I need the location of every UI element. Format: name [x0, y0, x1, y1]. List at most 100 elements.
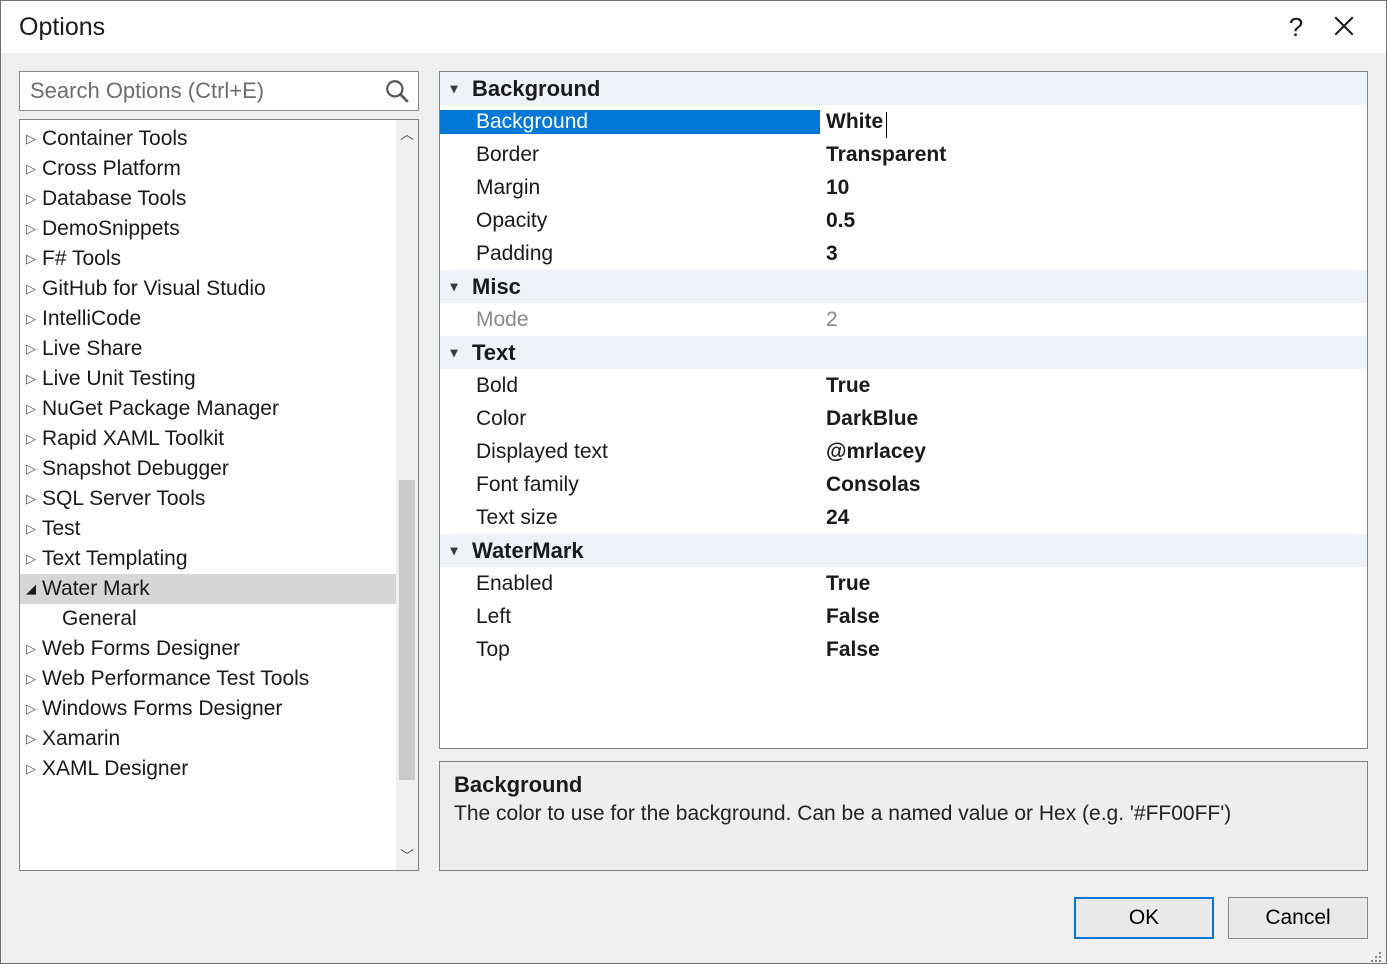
ok-button[interactable]: OK [1074, 897, 1214, 939]
property-value[interactable]: True [820, 374, 1367, 398]
property-row-margin[interactable]: Margin10 [440, 171, 1367, 204]
chevron-down-icon[interactable]: ▾ [440, 80, 468, 97]
tree-item-water-mark[interactable]: ◢Water Mark [20, 574, 418, 604]
property-name: Text size [440, 506, 820, 530]
tree-item-general[interactable]: General [20, 604, 418, 634]
search-box[interactable] [19, 71, 419, 111]
property-name: Opacity [440, 209, 820, 233]
tree-item-xaml-designer[interactable]: ▷XAML Designer [20, 754, 418, 784]
property-row-top[interactable]: TopFalse [440, 633, 1367, 666]
tree-item-demosnippets[interactable]: ▷DemoSnippets [20, 214, 418, 244]
chevron-down-icon[interactable]: ▾ [440, 542, 468, 559]
chevron-right-icon[interactable]: ▷ [26, 341, 40, 357]
property-name: Top [440, 638, 820, 662]
property-row-padding[interactable]: Padding3 [440, 237, 1367, 270]
chevron-right-icon[interactable]: ▷ [26, 401, 40, 417]
chevron-right-icon[interactable]: ▷ [26, 281, 40, 297]
property-value[interactable]: White [820, 110, 1367, 134]
tree-item-container-tools[interactable]: ▷Container Tools [20, 124, 418, 154]
tree-item-nuget-package-manager[interactable]: ▷NuGet Package Manager [20, 394, 418, 424]
tree-item-windows-forms-designer[interactable]: ▷Windows Forms Designer [20, 694, 418, 724]
chevron-right-icon[interactable]: ▷ [26, 551, 40, 567]
property-row-font-family[interactable]: Font familyConsolas [440, 468, 1367, 501]
chevron-right-icon[interactable]: ▷ [26, 131, 40, 147]
property-value[interactable]: False [820, 638, 1367, 662]
property-value[interactable]: Consolas [820, 473, 1367, 497]
tree-item-snapshot-debugger[interactable]: ▷Snapshot Debugger [20, 454, 418, 484]
tree-item-web-forms-designer[interactable]: ▷Web Forms Designer [20, 634, 418, 664]
property-row-background[interactable]: BackgroundWhite [440, 105, 1367, 138]
search-input[interactable] [30, 78, 408, 104]
tree-item-label: Xamarin [42, 727, 120, 751]
tree-item-web-performance-test-tools[interactable]: ▷Web Performance Test Tools [20, 664, 418, 694]
tree-item-intellicode[interactable]: ▷IntelliCode [20, 304, 418, 334]
tree-item-live-unit-testing[interactable]: ▷Live Unit Testing [20, 364, 418, 394]
chevron-right-icon[interactable]: ▷ [26, 431, 40, 447]
property-value[interactable]: Transparent [820, 143, 1367, 167]
tree-item-rapid-xaml-toolkit[interactable]: ▷Rapid XAML Toolkit [20, 424, 418, 454]
chevron-right-icon[interactable]: ▷ [26, 161, 40, 177]
tree-item-cross-platform[interactable]: ▷Cross Platform [20, 154, 418, 184]
tree-scrollbar[interactable]: ︿ ﹀ [396, 120, 418, 870]
property-row-displayed-text[interactable]: Displayed text@mrlacey [440, 435, 1367, 468]
chevron-right-icon[interactable]: ▷ [26, 221, 40, 237]
tree-item-xamarin[interactable]: ▷Xamarin [20, 724, 418, 754]
property-name: Displayed text [440, 440, 820, 464]
chevron-right-icon[interactable]: ▷ [26, 461, 40, 477]
chevron-right-icon[interactable]: ▷ [26, 521, 40, 537]
chevron-down-icon[interactable]: ▾ [440, 344, 468, 361]
property-value[interactable]: 10 [820, 176, 1367, 200]
property-category-background[interactable]: ▾Background [440, 72, 1367, 105]
property-value[interactable]: True [820, 572, 1367, 596]
chevron-right-icon[interactable]: ▷ [26, 761, 40, 777]
tree-item-database-tools[interactable]: ▷Database Tools [20, 184, 418, 214]
property-value[interactable]: DarkBlue [820, 407, 1367, 431]
tree-item-label: Web Forms Designer [42, 637, 240, 661]
chevron-down-icon[interactable]: ▾ [440, 278, 468, 295]
chevron-down-icon[interactable]: ◢ [26, 581, 40, 597]
property-value[interactable]: @mrlacey [820, 440, 1367, 464]
category-tree[interactable]: ︿ ﹀ ▷Container Tools▷Cross Platform▷Data… [19, 119, 419, 871]
tree-item-test[interactable]: ▷Test [20, 514, 418, 544]
property-row-enabled[interactable]: EnabledTrue [440, 567, 1367, 600]
chevron-right-icon[interactable]: ▷ [26, 641, 40, 657]
chevron-right-icon[interactable]: ▷ [26, 671, 40, 687]
chevron-right-icon[interactable]: ▷ [26, 731, 40, 747]
tree-item-live-share[interactable]: ▷Live Share [20, 334, 418, 364]
tree-item-sql-server-tools[interactable]: ▷SQL Server Tools [20, 484, 418, 514]
property-row-left[interactable]: LeftFalse [440, 600, 1367, 633]
property-row-mode[interactable]: Mode2 [440, 303, 1367, 336]
property-category-watermark[interactable]: ▾WaterMark [440, 534, 1367, 567]
chevron-right-icon[interactable]: ▷ [26, 371, 40, 387]
property-value[interactable]: 24 [820, 506, 1367, 530]
property-value[interactable]: 2 [820, 308, 1367, 332]
property-category-misc[interactable]: ▾Misc [440, 270, 1367, 303]
scroll-thumb[interactable] [399, 480, 415, 780]
chevron-right-icon[interactable]: ▷ [26, 701, 40, 717]
close-button[interactable] [1320, 12, 1368, 43]
property-category-text[interactable]: ▾Text [440, 336, 1367, 369]
tree-item-github-for-visual-studio[interactable]: ▷GitHub for Visual Studio [20, 274, 418, 304]
scroll-down-icon[interactable]: ﹀ [396, 842, 418, 870]
cancel-button[interactable]: Cancel [1228, 897, 1368, 939]
chevron-right-icon[interactable]: ▷ [26, 251, 40, 267]
property-grid[interactable]: ▾BackgroundBackgroundWhiteBorderTranspar… [439, 71, 1368, 749]
help-button[interactable]: ? [1272, 12, 1320, 43]
tree-item-f-tools[interactable]: ▷F# Tools [20, 244, 418, 274]
chevron-right-icon[interactable]: ▷ [26, 191, 40, 207]
property-row-bold[interactable]: BoldTrue [440, 369, 1367, 402]
property-value[interactable]: 3 [820, 242, 1367, 266]
tree-item-label: General [62, 607, 137, 631]
property-value[interactable]: False [820, 605, 1367, 629]
tree-item-text-templating[interactable]: ▷Text Templating [20, 544, 418, 574]
property-value[interactable]: 0.5 [820, 209, 1367, 233]
chevron-right-icon[interactable]: ▷ [26, 491, 40, 507]
property-row-opacity[interactable]: Opacity0.5 [440, 204, 1367, 237]
resize-grip[interactable] [1367, 944, 1383, 960]
property-row-color[interactable]: ColorDarkBlue [440, 402, 1367, 435]
chevron-right-icon[interactable]: ▷ [26, 311, 40, 327]
property-row-border[interactable]: BorderTransparent [440, 138, 1367, 171]
property-name: Mode [440, 308, 820, 332]
property-row-text-size[interactable]: Text size24 [440, 501, 1367, 534]
scroll-up-icon[interactable]: ︿ [396, 120, 418, 148]
